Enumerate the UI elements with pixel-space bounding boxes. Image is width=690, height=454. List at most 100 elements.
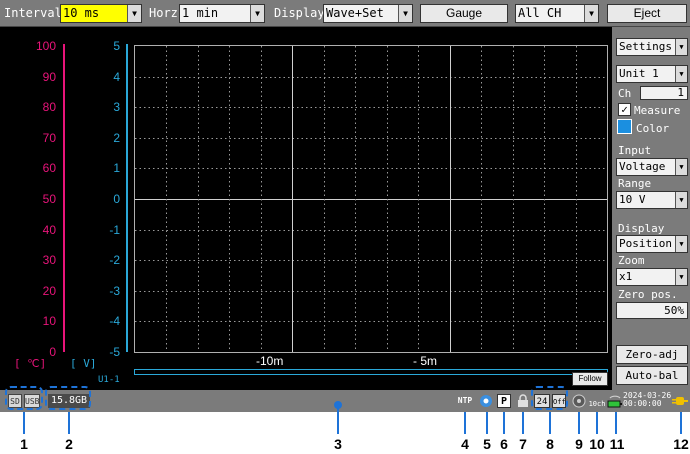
channel-dropdown[interactable]: All CH ▼ xyxy=(515,4,599,23)
waveform-plot[interactable] xyxy=(134,45,608,353)
lock-icon xyxy=(516,394,530,408)
measure-checkbox[interactable]: ✓ xyxy=(618,103,631,116)
callout-box-storage xyxy=(5,386,43,410)
chevron-down-icon: ▼ xyxy=(675,39,687,55)
range-dropdown[interactable]: 10 V ▼ xyxy=(616,191,688,209)
display-label: Display xyxy=(274,6,325,20)
volt-tick-label: 1 xyxy=(113,161,120,176)
plot-grid xyxy=(135,46,607,352)
input-dropdown[interactable]: Voltage ▼ xyxy=(616,158,688,176)
channel-color-swatch[interactable] xyxy=(617,119,632,134)
eject-button[interactable]: Eject xyxy=(607,4,687,23)
gauge-button[interactable]: Gauge xyxy=(420,4,508,23)
ntp-label: NTP xyxy=(457,396,473,405)
volt-tick-label: -1 xyxy=(109,222,120,237)
horz-dropdown[interactable]: 1 min ▼ xyxy=(179,4,265,23)
zoom-label: Zoom xyxy=(618,254,645,267)
temp-tick-label: 0 xyxy=(49,345,56,359)
temp-tick-label: 90 xyxy=(42,69,56,84)
temp-tick-label: 40 xyxy=(42,222,56,237)
volt-tick-label: -2 xyxy=(109,253,120,268)
callout-3: 3 xyxy=(334,436,342,452)
voltage-axis-bar xyxy=(126,44,128,352)
chevron-down-icon: ▼ xyxy=(675,236,687,252)
temp-tick-label: 60 xyxy=(42,161,56,176)
callout-lead-2 xyxy=(68,412,70,434)
p-label: P xyxy=(500,396,508,407)
chevron-down-icon: ▼ xyxy=(584,5,598,22)
zero-adj-button[interactable]: Zero-adj xyxy=(616,345,688,364)
display-dropdown[interactable]: Wave+Set ▼ xyxy=(323,4,413,23)
settings-side-panel: Settings ▼ Unit 1 ▼ Ch 1 ✓ Measure Color… xyxy=(612,27,690,390)
unit-value: Unit 1 xyxy=(619,67,659,80)
ch-field[interactable]: 1 xyxy=(640,86,688,100)
callout-box-clock xyxy=(531,386,568,410)
temp-tick-label: 10 xyxy=(42,314,56,329)
wireless-icon: 10ch xyxy=(587,394,607,408)
input-value: Voltage xyxy=(619,160,666,173)
settings-value: Settings xyxy=(619,40,672,53)
callout-lead-10 xyxy=(596,412,598,434)
datetime-readout: 2024-03-26 00:00:00 xyxy=(623,392,671,410)
volt-tick-label: 4 xyxy=(113,69,120,84)
callout-4: 4 xyxy=(461,436,469,452)
zero-pos-field[interactable]: 50% xyxy=(616,302,688,319)
measure-label: Measure xyxy=(634,104,681,117)
temp-tick-label: 20 xyxy=(42,283,56,298)
unit-dropdown[interactable]: Unit 1 ▼ xyxy=(616,65,688,83)
range-label: Range xyxy=(618,177,652,190)
interval-value: 10 ms xyxy=(63,6,100,20)
settings-dropdown[interactable]: Settings ▼ xyxy=(616,38,688,56)
ch-label: Ch xyxy=(618,87,632,100)
volt-tick-label: -4 xyxy=(109,314,120,329)
chevron-down-icon: ▼ xyxy=(675,159,687,175)
callout-8: 8 xyxy=(546,436,554,452)
callout-lead-5 xyxy=(486,412,488,434)
volt-tick-label: -5 xyxy=(109,345,120,359)
temp-tick-label: 30 xyxy=(42,253,56,268)
temp-tick-label: 70 xyxy=(42,130,56,145)
channel-value: All CH xyxy=(518,6,562,20)
display-mode-value: Position xyxy=(619,237,672,250)
logger-screen: Interval 10 ms ▼ Horz 1 min ▼ Display Wa… xyxy=(0,0,690,412)
temperature-unit: [ ℃] xyxy=(14,357,47,370)
zoom-value: x1 xyxy=(619,270,633,283)
ntp-icon: NTP xyxy=(456,394,474,408)
chevron-down-icon: ▼ xyxy=(675,66,687,82)
battery-icon xyxy=(607,394,623,408)
callout-12: 12 xyxy=(673,436,689,452)
temperature-axis-bar xyxy=(63,44,65,352)
range-value: 10 V xyxy=(619,193,646,206)
callout-lead-3 xyxy=(337,406,339,434)
x-label-5m: - 5m xyxy=(413,354,437,368)
chevron-down-icon: ▼ xyxy=(250,5,264,22)
horz-value: 1 min xyxy=(182,6,219,20)
display-value: Wave+Set xyxy=(326,6,384,20)
volt-tick-label: 0 xyxy=(113,192,120,206)
auto-bal-button[interactable]: Auto-bal xyxy=(616,366,688,385)
status-bar: SD USB 15.8GB NTP P 24 Off 10ch 2024-03-… xyxy=(0,390,690,412)
callout-lead-9 xyxy=(578,412,580,434)
callout-lead-4 xyxy=(464,412,466,434)
x-label-10m: -10m xyxy=(256,354,284,368)
callout-lead-8 xyxy=(549,412,551,434)
callout-lead-7 xyxy=(522,412,524,434)
callout-lead-6 xyxy=(503,412,505,434)
channel-tag: U1-1 xyxy=(98,375,120,385)
follow-button[interactable]: Follow xyxy=(572,372,608,386)
callout-lead-1 xyxy=(23,412,25,434)
zero-pos-label: Zero pos. xyxy=(618,288,678,301)
callout-box-capacity xyxy=(45,386,91,410)
display-section-label: Display xyxy=(618,222,665,235)
chevron-down-icon: ▼ xyxy=(398,5,412,22)
chevron-down-icon: ▼ xyxy=(127,5,141,22)
chevron-down-icon: ▼ xyxy=(675,192,687,208)
display-mode-dropdown[interactable]: Position ▼ xyxy=(616,235,688,253)
voltage-unit: [ V] xyxy=(70,357,97,370)
volt-tick-label: -3 xyxy=(109,283,120,298)
ac-power-icon xyxy=(672,394,688,408)
time-scrollbar[interactable] xyxy=(134,369,608,375)
zoom-dropdown[interactable]: x1 ▼ xyxy=(616,268,688,286)
interval-dropdown[interactable]: 10 ms ▼ xyxy=(60,4,142,23)
temp-tick-label: 80 xyxy=(42,100,56,115)
